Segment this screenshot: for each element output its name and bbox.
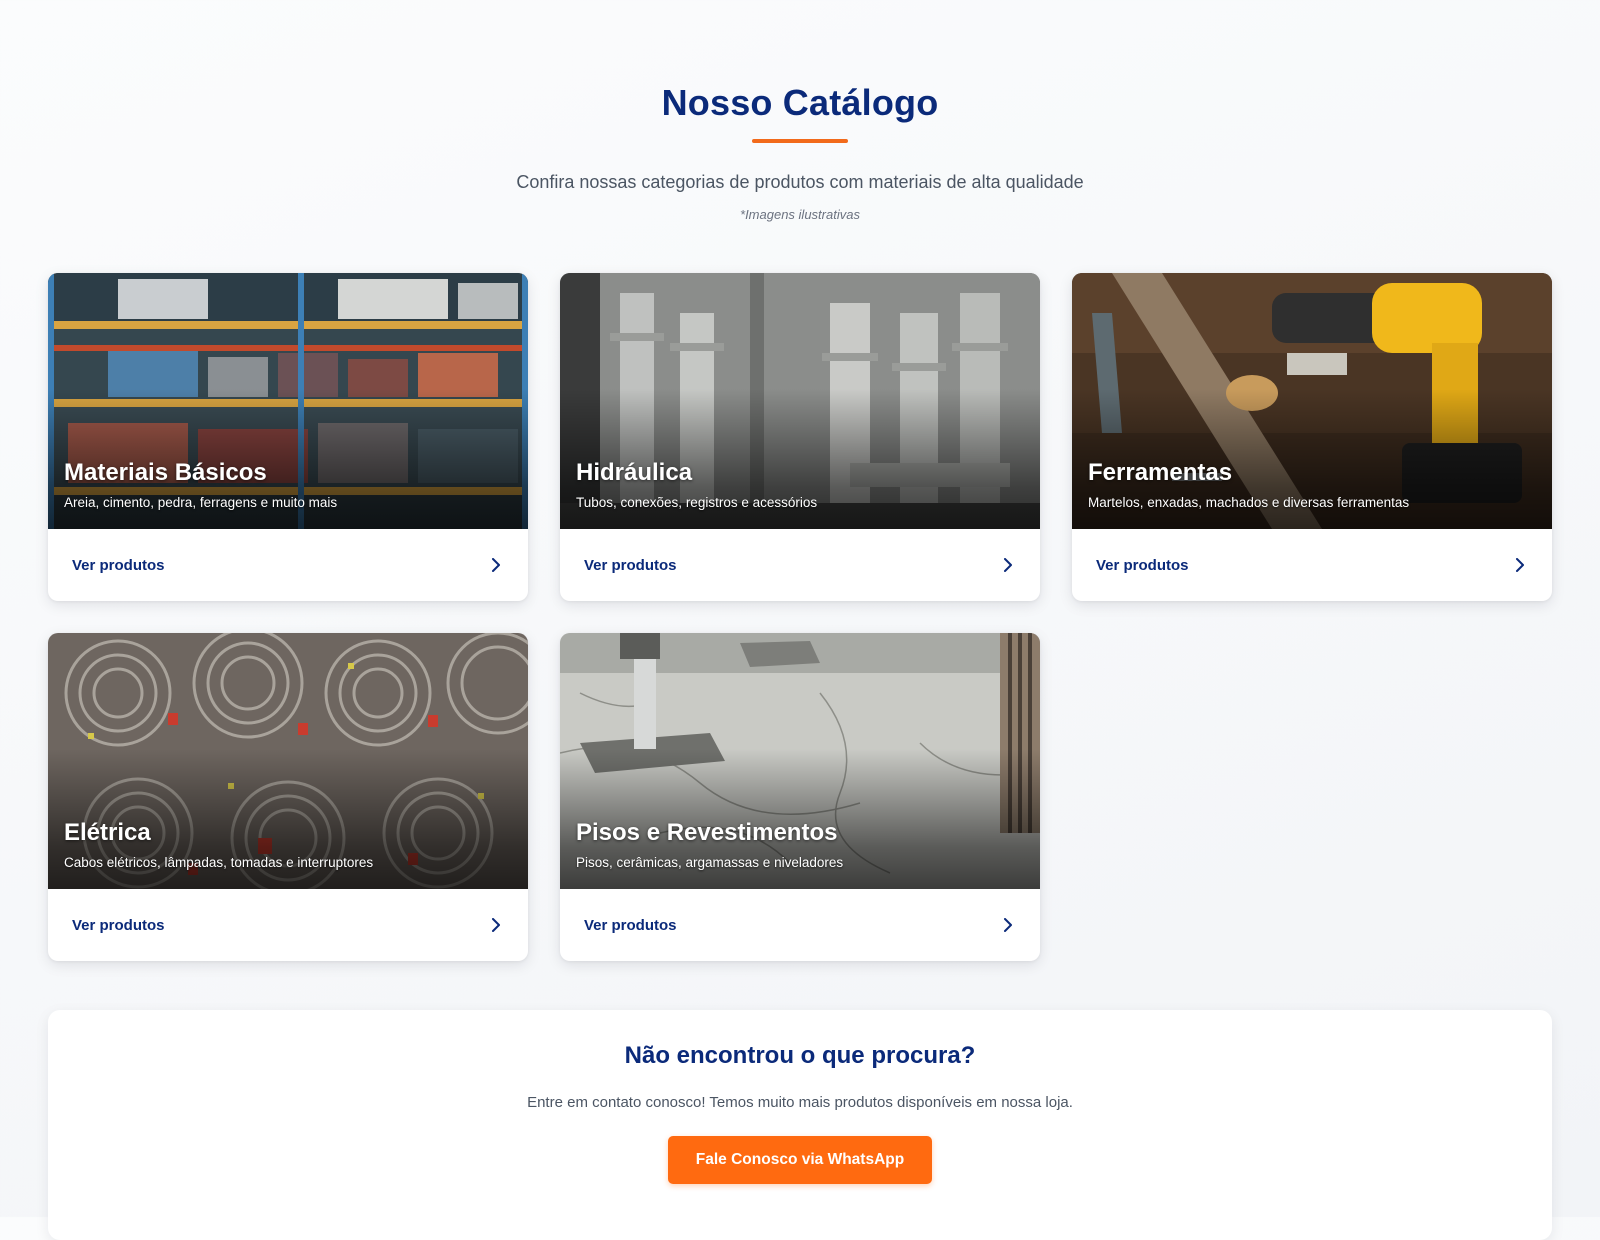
chevron-right-icon[interactable]	[1000, 557, 1016, 573]
category-image-tools: Ferramentas Martelos, enxadas, machados …	[1072, 273, 1552, 529]
view-products-link[interactable]: Ver produtos	[584, 557, 677, 574]
catalog-section: Nosso Catálogo Confira nossas categorias…	[0, 0, 1600, 1240]
cta-text: Entre em contato conosco! Temos muito ma…	[527, 1094, 1073, 1111]
category-card-materiais-basicos[interactable]: Materiais Básicos Areia, cimento, pedra,…	[48, 273, 528, 601]
title-underline	[752, 139, 848, 143]
chevron-right-icon[interactable]	[1512, 557, 1528, 573]
view-products-link[interactable]: Ver produtos	[72, 917, 165, 934]
view-products-link[interactable]: Ver produtos	[584, 917, 677, 934]
category-title: Hidráulica	[576, 459, 693, 486]
category-description: Cabos elétricos, lâmpadas, tomadas e int…	[64, 855, 374, 870]
category-card-ferramentas[interactable]: Ferramentas Martelos, enxadas, machados …	[1072, 273, 1552, 601]
category-image-pipes: Hidráulica Tubos, conexões, registros e …	[560, 273, 1040, 529]
contact-cta-box: Não encontrou o que procura? Entre em co…	[48, 1010, 1552, 1240]
chevron-right-icon[interactable]	[1000, 917, 1016, 933]
category-card-hidraulica[interactable]: Hidráulica Tubos, conexões, registros e …	[560, 273, 1040, 601]
category-title: Materiais Básicos	[64, 459, 267, 486]
category-description: Areia, cimento, pedra, ferragens e muito…	[64, 495, 338, 510]
whatsapp-contact-button[interactable]: Fale Conosco via WhatsApp	[668, 1136, 932, 1184]
card-footer[interactable]: Ver produtos	[1072, 529, 1552, 601]
card-footer[interactable]: Ver produtos	[48, 529, 528, 601]
cta-title: Não encontrou o que procura?	[624, 1042, 976, 1069]
category-card-eletrica[interactable]: Elétrica Cabos elétricos, lâmpadas, toma…	[48, 633, 528, 961]
category-description: Martelos, enxadas, machados e diversas f…	[1088, 495, 1410, 510]
card-footer[interactable]: Ver produtos	[560, 529, 1040, 601]
category-description: Tubos, conexões, registros e acessórios	[576, 495, 818, 510]
category-image-cables: Elétrica Cabos elétricos, lâmpadas, toma…	[48, 633, 528, 889]
chevron-right-icon[interactable]	[488, 917, 504, 933]
view-products-link[interactable]: Ver produtos	[72, 557, 165, 574]
category-title: Ferramentas	[1088, 459, 1233, 486]
view-products-link[interactable]: Ver produtos	[1096, 557, 1189, 574]
category-title: Elétrica	[64, 819, 151, 846]
chevron-right-icon[interactable]	[488, 557, 504, 573]
page-subtitle: Confira nossas categorias de produtos co…	[516, 172, 1084, 192]
category-card-pisos-revestimentos[interactable]: Pisos e Revestimentos Pisos, cerâmicas, …	[560, 633, 1040, 961]
card-footer[interactable]: Ver produtos	[560, 889, 1040, 961]
category-title: Pisos e Revestimentos	[576, 819, 838, 846]
page-title: Nosso Catálogo	[661, 82, 939, 123]
images-disclaimer: *Imagens ilustrativas	[740, 207, 860, 222]
category-image-warehouse: Materiais Básicos Areia, cimento, pedra,…	[48, 273, 528, 529]
category-image-floor: Pisos e Revestimentos Pisos, cerâmicas, …	[560, 633, 1040, 889]
card-footer[interactable]: Ver produtos	[48, 889, 528, 961]
category-description: Pisos, cerâmicas, argamassas e nivelador…	[576, 855, 844, 870]
